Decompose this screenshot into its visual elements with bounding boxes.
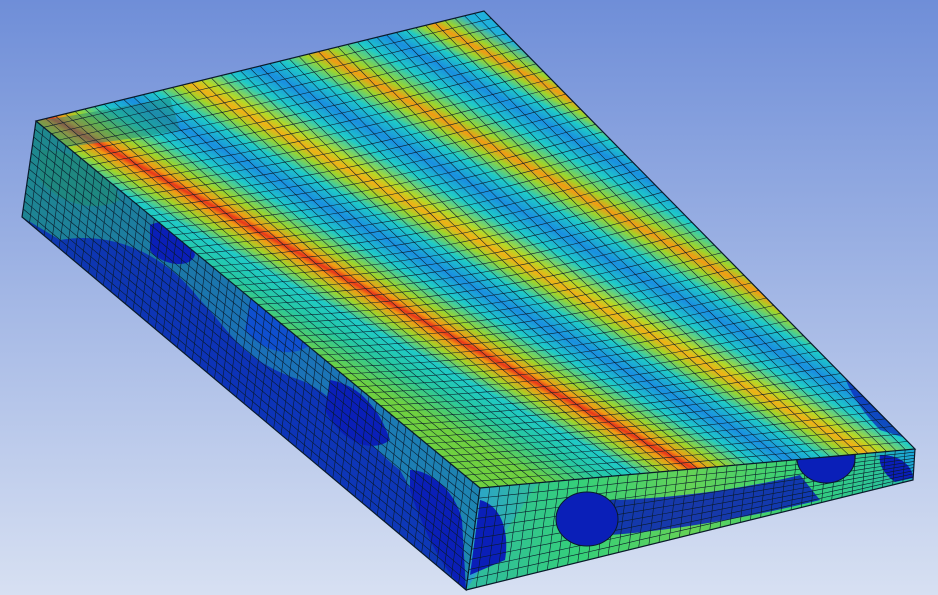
fea-3d-viewport[interactable] (0, 0, 938, 595)
cooling-hole-left (555, 491, 619, 547)
fea-scene (0, 0, 938, 595)
